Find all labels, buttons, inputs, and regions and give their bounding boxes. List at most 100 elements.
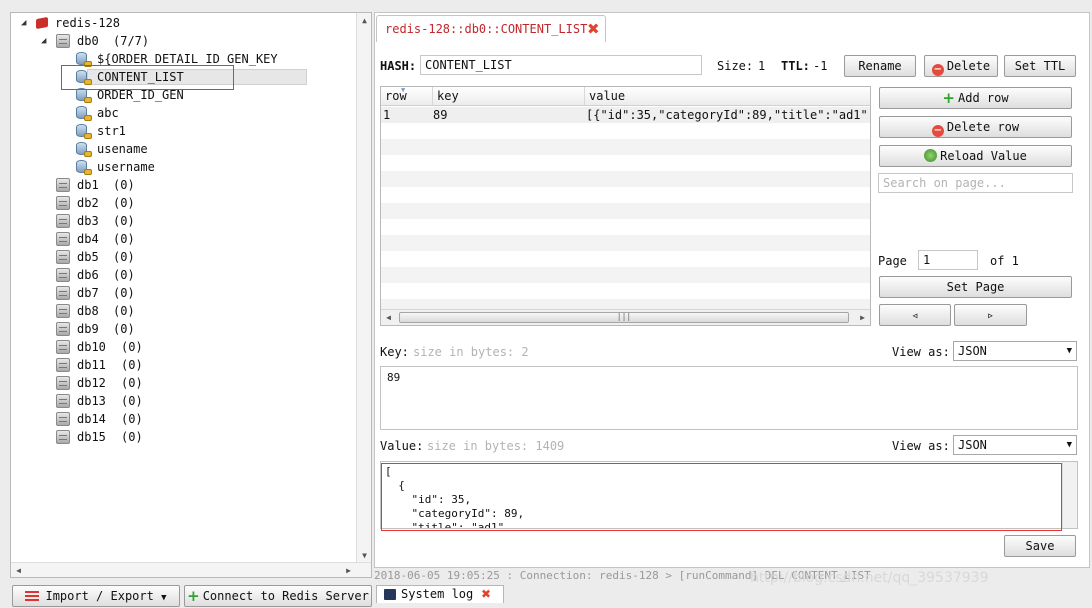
tree-db-node-db0[interactable]: ◢ db0 (7/7)	[11, 32, 351, 50]
key-type-label: HASH:	[380, 59, 417, 73]
system-log-label: System log	[401, 587, 474, 601]
expand-arrow-icon[interactable]: ◢	[41, 32, 46, 50]
hash-table[interactable]: row ▼ key value 1 89 [{"id":35,"category…	[380, 86, 871, 326]
tab-key-content-list[interactable]: redis-128::db0::CONTENT_LIST ✖	[376, 15, 606, 42]
db-name: db12	[77, 376, 106, 390]
reload-value-button[interactable]: Reload Value	[879, 145, 1072, 167]
connect-server-button[interactable]: + Connect to Redis Server	[184, 585, 372, 607]
size-label: Size:	[717, 59, 754, 73]
connection-tree[interactable]: ◢ redis-128 ◢ db0 (7/7) ${ORDER_DETAIL_I…	[10, 12, 372, 578]
tree-db-node[interactable]: db5 (0)	[11, 248, 351, 266]
value-highlight-box	[381, 463, 1062, 531]
tree-key-item[interactable]: username	[11, 158, 351, 176]
db-key-count: (0)	[113, 250, 135, 264]
search-on-page-input[interactable]: Search on page...	[878, 173, 1073, 193]
save-button[interactable]: Save	[1004, 535, 1076, 557]
scroll-down-icon[interactable]: ▼	[357, 548, 372, 563]
key-name-input[interactable]: CONTENT_LIST	[420, 55, 702, 75]
menu-icon	[25, 591, 40, 601]
terminal-icon	[384, 589, 396, 600]
table-horizontal-scrollbar[interactable]: ◀ ||| ▶	[381, 309, 870, 325]
db-key-count: (0)	[113, 214, 135, 228]
tree-key-item[interactable]: usename	[11, 140, 351, 158]
expand-arrow-icon[interactable]: ◢	[21, 14, 26, 32]
tab-system-log[interactable]: System log ✖	[376, 585, 504, 603]
tree-db-node[interactable]: db2 (0)	[11, 194, 351, 212]
tree-db-node[interactable]: db15 (0)	[11, 428, 351, 446]
set-page-button[interactable]: Set Page	[879, 276, 1072, 298]
database-icon	[56, 34, 70, 48]
tree-db-node[interactable]: db7 (0)	[11, 284, 351, 302]
value-format-select[interactable]: JSON ▼	[953, 435, 1077, 455]
tree-db-node[interactable]: db3 (0)	[11, 212, 351, 230]
key-name: str1	[97, 124, 126, 138]
tree-db-node[interactable]: db9 (0)	[11, 320, 351, 338]
tree-db-node[interactable]: db10 (0)	[11, 338, 351, 356]
database-icon	[56, 322, 70, 336]
db-key-count: (0)	[121, 340, 143, 354]
tree-db-node[interactable]: db8 (0)	[11, 302, 351, 320]
db-name: db7	[77, 286, 99, 300]
tree-db-node[interactable]: db12 (0)	[11, 374, 351, 392]
column-header-value[interactable]: value	[585, 87, 870, 106]
database-icon	[56, 430, 70, 444]
database-icon	[56, 214, 70, 228]
tree-horizontal-scrollbar[interactable]: ◀ ▶	[11, 562, 371, 577]
delete-row-button[interactable]: − Delete row	[879, 116, 1072, 138]
database-icon	[56, 178, 70, 192]
key-format-select[interactable]: JSON ▼	[953, 341, 1077, 361]
value-size-hint: size in bytes: 1409	[427, 439, 565, 453]
value-vertical-scrollbar[interactable]	[1062, 462, 1077, 528]
column-header-row[interactable]: row ▼	[381, 87, 433, 106]
server-name: redis-128	[55, 16, 121, 30]
tree-key-item[interactable]: str1	[11, 122, 351, 140]
delete-key-button[interactable]: − Delete	[924, 55, 998, 77]
tree-key-item[interactable]: abc	[11, 104, 351, 122]
tree-db-node[interactable]: db4 (0)	[11, 230, 351, 248]
key-editor-content: 89	[387, 371, 401, 384]
tree-db-node[interactable]: db13 (0)	[11, 392, 351, 410]
hash-key-icon	[76, 159, 92, 175]
tree-db-node[interactable]: db6 (0)	[11, 266, 351, 284]
db-key-count: (0)	[121, 430, 143, 444]
scroll-left-icon[interactable]: ◀	[381, 310, 396, 325]
close-tab-icon[interactable]: ✖	[481, 586, 491, 603]
next-page-button[interactable]: ▹	[954, 304, 1027, 326]
empty-row-stripe	[381, 267, 870, 283]
value-format-value: JSON	[958, 438, 987, 452]
database-icon	[56, 232, 70, 246]
scroll-right-icon[interactable]: ▶	[341, 563, 356, 578]
tree-vertical-scrollbar[interactable]: ▲ ▼	[356, 13, 371, 577]
hash-key-icon	[76, 105, 92, 121]
scroll-thumb[interactable]: |||	[399, 312, 849, 323]
rename-button[interactable]: Rename	[844, 55, 916, 77]
tree-server-node[interactable]: ◢ redis-128	[11, 14, 351, 32]
import-export-button[interactable]: Import / Export ▼	[12, 585, 180, 607]
key-name: abc	[97, 106, 119, 120]
add-row-button[interactable]: + Add row	[879, 87, 1072, 109]
db-name: db6	[77, 268, 99, 282]
ttl-label: TTL:	[781, 59, 810, 73]
db-key-count: (0)	[113, 196, 135, 210]
column-header-key[interactable]: key	[433, 87, 585, 106]
table-row[interactable]: 1 89 [{"id":35,"categoryId":89,"title":"…	[381, 107, 870, 123]
tree-db-node[interactable]: db1 (0)	[11, 176, 351, 194]
search-placeholder: Search on page...	[883, 176, 1006, 190]
scroll-right-icon[interactable]: ▶	[855, 310, 870, 325]
db-name: db1	[77, 178, 99, 192]
prev-page-button[interactable]: ◃	[879, 304, 951, 326]
delete-label: Delete	[946, 59, 991, 73]
page-number-input[interactable]: 1	[918, 250, 978, 270]
close-tab-icon[interactable]: ✖	[587, 16, 600, 42]
key-editor-textarea[interactable]: 89	[380, 366, 1078, 430]
key-name: username	[97, 160, 155, 174]
scroll-left-icon[interactable]: ◀	[11, 563, 26, 578]
tree-db-node[interactable]: db14 (0)	[11, 410, 351, 428]
value-editor-label: Value:	[380, 439, 424, 453]
hash-key-icon	[76, 141, 92, 157]
scroll-up-icon[interactable]: ▲	[357, 13, 372, 28]
db-name: db15	[77, 430, 106, 444]
tree-db-node[interactable]: db11 (0)	[11, 356, 351, 374]
database-icon	[56, 376, 70, 390]
set-ttl-button[interactable]: Set TTL	[1004, 55, 1076, 77]
